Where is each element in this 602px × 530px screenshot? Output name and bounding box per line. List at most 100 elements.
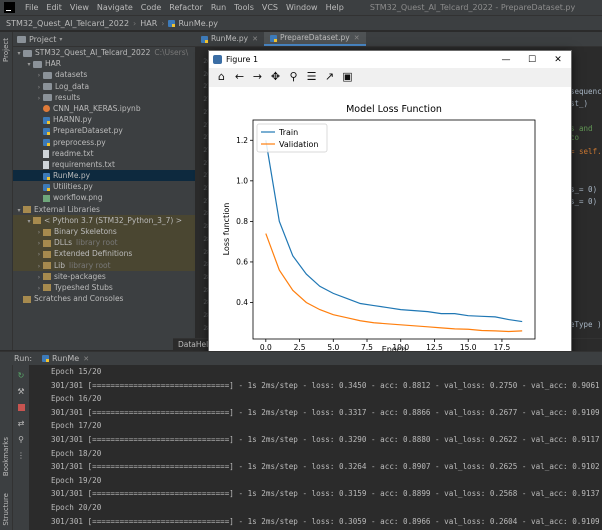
tree-item[interactable]: › results <box>13 92 195 103</box>
tree-item-suffix: library root <box>76 238 118 248</box>
tree-item[interactable]: › site-packages <box>13 271 195 282</box>
menu-item-edit[interactable]: Edit <box>42 3 66 12</box>
chevron-down-icon[interactable]: ▾ <box>59 36 62 43</box>
project-tool-window-button[interactable]: Project <box>2 38 10 62</box>
run-console[interactable]: Epoch 15/20 301/301 [====================… <box>30 365 602 530</box>
zoom-icon[interactable]: ⚲ <box>287 70 300 84</box>
legend-label: Validation <box>279 140 319 149</box>
editor-tab[interactable]: RunMe.py ✕ <box>195 32 264 46</box>
save-icon[interactable]: ▣ <box>341 70 354 84</box>
tree-item[interactable]: › Extended Definitions <box>13 248 195 260</box>
tree-item[interactable]: › Binary Skeletons <box>13 226 195 238</box>
tree-item-suffix: library root <box>69 260 111 270</box>
menu-item-navigate[interactable]: Navigate <box>93 3 137 12</box>
breadcrumb-project[interactable]: STM32_Quest_AI_Telcard_2022 <box>6 19 129 28</box>
menu-item-help[interactable]: Help <box>322 3 348 12</box>
tree-item-label: External Libraries <box>34 204 100 214</box>
close-icon[interactable]: ✕ <box>83 355 89 363</box>
folder-icon <box>43 83 52 91</box>
tree-item[interactable]: workflow.png <box>13 192 195 203</box>
txt-icon <box>43 149 49 158</box>
breadcrumb-file[interactable]: RunMe.py <box>178 19 218 28</box>
tree-item[interactable]: ▾ External Libraries <box>13 204 195 215</box>
menu-item-run[interactable]: Run <box>207 3 230 12</box>
rerun-icon[interactable]: ↻ <box>16 371 26 381</box>
python-file-icon <box>269 34 277 42</box>
tree-item[interactable]: ▾ HAR <box>13 58 195 69</box>
console-line: Epoch 17/20 <box>51 421 102 431</box>
tree-item[interactable]: PrepareDataset.py <box>13 125 195 136</box>
structure-tool-window-button[interactable]: Structure <box>2 493 10 526</box>
breadcrumb-folder[interactable]: HAR <box>140 19 157 28</box>
y-tick-label: 0.6 <box>236 257 248 266</box>
tree-item[interactable]: requirements.txt <box>13 159 195 170</box>
console-line: Epoch 20/20 <box>51 502 102 512</box>
minimize-button[interactable]: — <box>493 55 519 65</box>
menu-item-view[interactable]: View <box>66 3 93 12</box>
stop-icon[interactable] <box>16 403 26 413</box>
figure-window[interactable]: Figure 1 — ☐ ✕ ⌂ ← → ✥ ⚲ ☰ ↗ ▣ Model Los… <box>208 50 572 358</box>
run-tab[interactable]: RunMe ✕ <box>42 354 89 363</box>
menu-item-window[interactable]: Window <box>282 3 322 12</box>
figure-canvas[interactable]: Model Loss Function 0.0 2.5 5.0 7.5 10.0 12.5… <box>209 87 571 357</box>
project-folder-icon <box>17 35 26 43</box>
series-line-train <box>265 140 523 323</box>
maximize-button[interactable]: ☐ <box>519 55 545 65</box>
menu-item-vcs[interactable]: VCS <box>258 3 282 12</box>
tree-item[interactable]: › Log_data <box>13 81 195 92</box>
tree-item[interactable]: RunMe.py <box>13 170 195 182</box>
tree-item[interactable]: › DLLs library root <box>13 237 195 249</box>
menu-item-file[interactable]: File <box>21 3 42 12</box>
tree-item[interactable]: readme.txt <box>13 148 195 159</box>
close-button[interactable]: ✕ <box>545 55 571 65</box>
tree-item-label: requirements.txt <box>52 159 115 169</box>
tree-item[interactable]: CNN_HAR_KERAS.ipynb <box>13 103 195 114</box>
home-icon[interactable]: ⌂ <box>215 70 228 84</box>
more-icon[interactable]: ⋮ <box>16 451 26 461</box>
pan-icon[interactable]: ✥ <box>269 70 282 84</box>
breadcrumb: STM32_Quest_AI_Telcard_2022 › HAR › RunM… <box>0 15 602 31</box>
tree-item[interactable]: › Typeshed Stubs <box>13 282 195 293</box>
pin-icon[interactable]: ⚲ <box>16 435 26 445</box>
code-fragment: sequence <box>570 87 602 96</box>
py-icon <box>43 172 50 180</box>
wrench-icon[interactable]: ⚒ <box>16 387 26 397</box>
tree-item[interactable]: Utilities.py <box>13 181 195 192</box>
configure-subplots-icon[interactable]: ☰ <box>305 70 318 84</box>
menu-items: File Edit View Navigate Code Refactor Run Tools… <box>21 3 348 12</box>
tree-item-label: Extended Definitions <box>54 249 133 259</box>
menu-item-tools[interactable]: Tools <box>230 3 258 12</box>
png-icon <box>43 194 50 202</box>
run-tab-label: RunMe <box>52 354 80 363</box>
project-view-selector[interactable]: Project <box>29 35 56 44</box>
tree-item[interactable]: › Lib library root <box>13 259 195 271</box>
left-tool-strip: Project <box>0 32 13 350</box>
matplotlib-icon <box>213 55 222 64</box>
code-fragment: st_) <box>570 99 589 108</box>
tree-item[interactable]: preprocess.py <box>13 137 195 148</box>
lib-icon <box>43 273 51 281</box>
console-line: 301/301 [==============================]… <box>51 489 600 499</box>
tree-item[interactable]: › datasets <box>13 69 195 80</box>
tree-item[interactable]: HARNN.py <box>13 114 195 125</box>
editor-tab-bar: RunMe.py ✕ PrepareDataset.py ✕ <box>195 32 602 47</box>
back-arrow-icon[interactable]: ← <box>233 70 246 84</box>
tree-item[interactable]: ▾ < Python 3.7 (STM32_Python_3_7) > <box>13 214 195 226</box>
tree-item[interactable]: Scratches and Consoles <box>13 293 195 304</box>
menu-item-code[interactable]: Code <box>137 3 165 12</box>
menu-item-refactor[interactable]: Refactor <box>165 3 207 12</box>
lib-icon <box>43 250 51 258</box>
editor-tab[interactable]: PrepareDataset.py ✕ <box>263 31 366 46</box>
restore-layout-icon[interactable]: ⇄ <box>16 419 26 429</box>
close-icon[interactable]: ✕ <box>354 31 360 45</box>
edit-axis-icon[interactable]: ↗ <box>323 70 336 84</box>
tree-item[interactable]: ▾ STM32_Quest_AI_Telcard_2022 C:\Users\ <box>13 47 195 58</box>
bookmarks-tool-window-button[interactable]: Bookmarks <box>2 437 10 476</box>
tree-item-label: workflow.png <box>53 193 103 203</box>
close-icon[interactable]: ✕ <box>252 32 258 46</box>
menu-bar: File Edit View Navigate Code Refactor Run Tools… <box>0 0 602 15</box>
python-file-icon <box>42 355 50 362</box>
breadcrumb-separator: › <box>161 18 165 28</box>
tree-item-label: CNN_HAR_KERAS.ipynb <box>53 103 141 113</box>
forward-arrow-icon[interactable]: → <box>251 70 264 84</box>
